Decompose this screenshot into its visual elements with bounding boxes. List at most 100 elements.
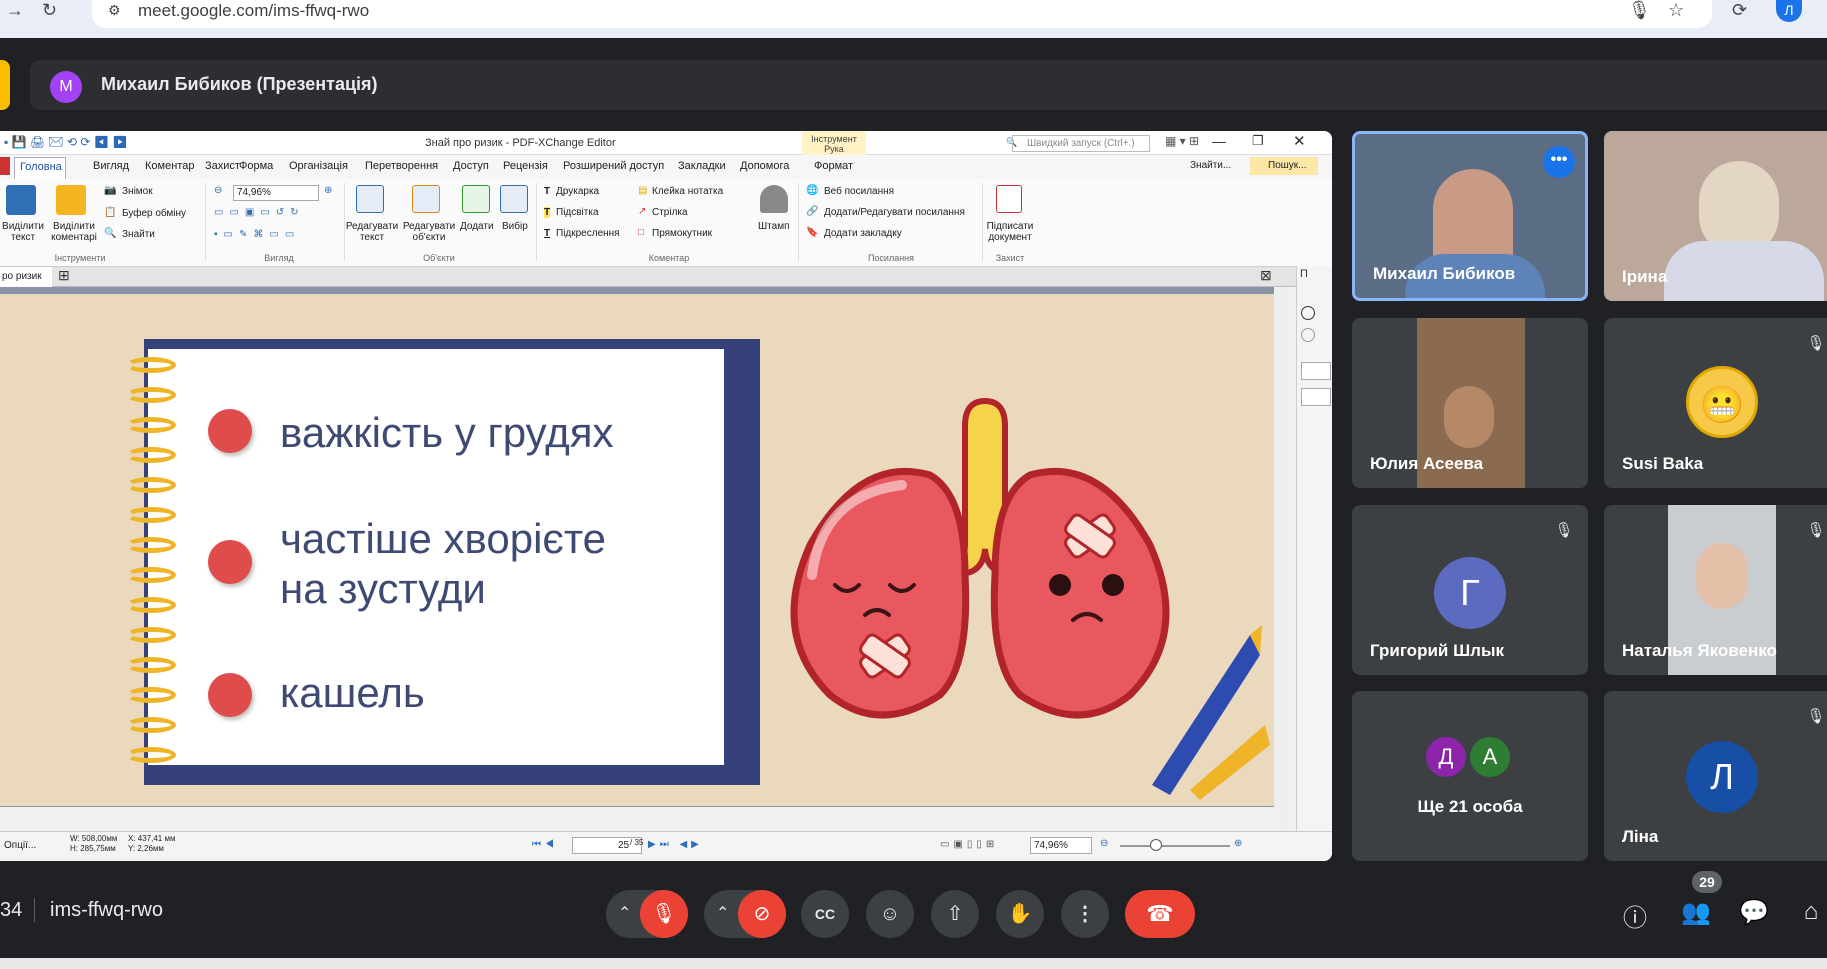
find-button[interactable]: Знайти... [1190,160,1231,171]
participant-tile[interactable]: 🎙 Г Григорий Шлык [1352,505,1588,675]
mic-off-button[interactable]: 🎙 [640,890,688,938]
options-button[interactable]: Опції... [4,840,36,851]
status-zoom-out-icon[interactable]: ⊖ [1100,838,1108,849]
raise-hand-button[interactable]: ✋ [996,890,1044,938]
chevron-up-icon[interactable]: ⌃ [618,890,631,938]
snapshot-button[interactable]: Знімок [122,186,153,197]
tab-protect[interactable]: Захист [205,160,240,172]
zoom-slider-thumb[interactable] [1150,839,1162,851]
participant-tile[interactable]: Ірина [1604,131,1827,301]
add-edit-links-button[interactable]: Додати/Редагувати посилання [824,207,965,218]
radio-option[interactable] [1301,306,1315,320]
tab-organize[interactable]: Організація [289,160,348,172]
tab-advanced-share[interactable]: Розширений доступ [563,160,664,172]
typewriter-button[interactable]: Друкарка [556,186,599,197]
highlight-button[interactable]: Підсвітка [556,207,599,218]
camera-off-button[interactable]: ⊘ [738,890,786,938]
edit-objects-icon[interactable] [412,185,440,213]
restore-icon[interactable]: ❐ [1252,133,1264,149]
choose-label[interactable]: Вибір [502,221,528,232]
clipboard-button[interactable]: Буфер обміну [122,208,186,219]
tab-form[interactable]: Форма [239,160,273,172]
edit-objects-label[interactable]: Редагувати об'єкти [400,221,458,243]
file-menu-button[interactable] [0,157,10,175]
star-icon[interactable]: ☆ [1668,0,1684,20]
present-button[interactable]: ⇧ [931,890,979,938]
participant-tile[interactable]: Юлия Асеева [1352,318,1588,488]
minimize-icon[interactable]: — [1212,133,1226,149]
search-button[interactable]: Пошук... [1268,160,1306,171]
vertical-scrollbar[interactable] [1274,287,1290,861]
document-tab[interactable]: ро ризик [0,267,52,287]
status-zoom-in-icon[interactable]: ⊕ [1234,838,1242,849]
toolbar-options-icon[interactable]: ▦ ▾ ⊞ [1165,134,1199,148]
zoom-slider-track[interactable] [1120,845,1230,847]
select-text-label[interactable]: Виділити текст [0,221,46,243]
close-doc-icon[interactable]: ⊠ [1260,267,1272,284]
more-horiz-icon[interactable]: ••• [1543,146,1575,178]
side-input[interactable] [1301,362,1331,380]
tab-bookmarks[interactable]: Закладки [678,160,726,172]
participant-tile[interactable]: ••• Михаил Бибиков [1352,131,1588,301]
page-number[interactable]: 25 [618,840,629,851]
select-comments-icon[interactable] [56,185,86,215]
page-nav-back-icons[interactable]: ⏮◀ [532,839,558,850]
url-text[interactable]: meet.google.com/ims-ffwq-rwo [138,0,369,22]
sticky-note-button[interactable]: Клейка нотатка [652,186,723,197]
radio-option[interactable] [1301,328,1315,342]
participant-tile[interactable]: 🎙 Л Ліна [1604,691,1827,861]
zoom-select[interactable]: 74,96% [233,185,319,201]
status-zoom[interactable]: 74,96% [1034,840,1068,851]
add-label[interactable]: Додати [460,221,494,232]
tab-comment[interactable]: Коментар [145,160,194,172]
tab-view[interactable]: Вигляд [93,160,129,172]
emoji-button[interactable]: ☺ [866,890,914,938]
web-links-button[interactable]: Веб посилання [824,186,894,197]
underline-button[interactable]: Підкреслення [556,228,620,239]
tab-review[interactable]: Рецензія [503,160,548,172]
participant-tile[interactable]: 🎙 😬 Susi Baka [1604,318,1827,488]
page-nav-forward-icons[interactable]: ▶⏭ ◀▶ [648,839,703,850]
new-tab-icon[interactable]: ⊞ [58,267,70,284]
stamp-icon[interactable] [760,185,788,213]
info-icon[interactable]: ⓘ [1619,898,1651,933]
participant-tile[interactable]: 🎙 Наталья Яковенко [1604,505,1827,675]
select-text-icon[interactable] [6,185,36,215]
arrow-button[interactable]: Стрілка [652,207,688,218]
quick-access-icons[interactable]: ▪ 💾 🖨 ✉ ⟲ ⟳ ◀ ▶ [4,135,128,149]
stamp-label[interactable]: Штамп [758,221,789,232]
view-tool-icons[interactable]: ▪▭✎⌘▭▭ [214,229,300,240]
side-input[interactable] [1301,388,1331,406]
close-icon[interactable]: ✕ [1293,132,1306,150]
leave-call-button[interactable]: ☎ [1125,890,1195,938]
find-ribbon-button[interactable]: Знайти [122,229,155,240]
captions-button[interactable]: CC [801,890,849,938]
tab-format[interactable]: Формат [814,160,853,172]
site-info-icon[interactable]: ⚙ [108,0,121,20]
more-options-button[interactable]: ⋮ [1061,890,1109,938]
add-icon[interactable] [462,185,490,213]
sign-document-label[interactable]: Підписати документ [982,221,1038,243]
tab-help[interactable]: Допомога [740,160,789,172]
zoom-out-icon[interactable]: ⊖ [214,185,222,196]
extension-icon[interactable]: ⟳ [1732,0,1747,20]
quick-search-input[interactable]: Швидкий запуск (Ctrl+.) [1012,135,1150,152]
add-bookmark-button[interactable]: Додати закладку [824,228,902,239]
tab-home[interactable]: Головна [20,161,62,173]
tab-access[interactable]: Доступ [453,160,489,172]
layout-icons[interactable]: ▭▣▯▯⊞ [940,839,998,850]
reload-icon[interactable]: ↻ [42,0,57,20]
people-icon[interactable]: 👥 [1680,898,1712,927]
edit-text-icon[interactable] [356,185,384,213]
edit-text-label[interactable]: Редагувати текст [344,221,400,243]
rectangle-button[interactable]: Прямокутник [652,228,712,239]
sign-document-icon[interactable] [996,185,1022,213]
chevron-up-icon[interactable]: ⌃ [716,890,729,938]
view-mode-icons[interactable]: ▭▭▣▭↺↻ [214,207,305,218]
back-icon[interactable]: → [6,0,24,20]
chat-icon[interactable]: 💬 [1738,898,1770,927]
zoom-in-icon[interactable]: ⊕ [324,185,332,196]
choose-icon[interactable] [500,185,528,213]
mic-icon[interactable]: 🎙 [1628,0,1651,20]
activities-icon[interactable]: ⌂ [1795,898,1827,926]
